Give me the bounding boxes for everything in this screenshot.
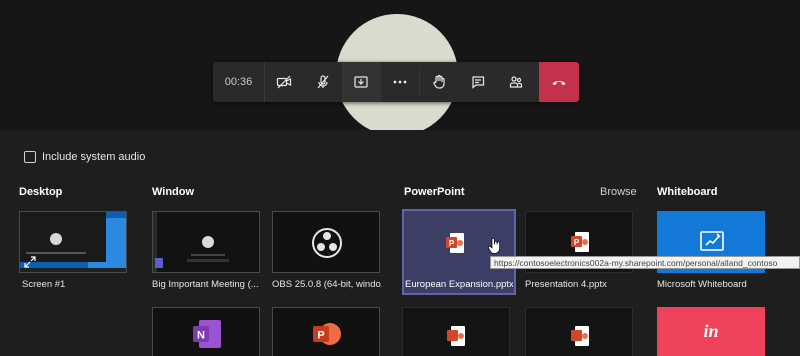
hand-icon — [433, 74, 445, 89]
section-whiteboard: Whiteboard — [657, 186, 718, 198]
window-tile-meeting[interactable] — [152, 211, 260, 273]
section-window: Window — [152, 186, 195, 198]
include-audio-label: Include system audio — [42, 151, 146, 163]
svg-text:P: P — [574, 238, 580, 247]
expand-icon — [24, 256, 36, 268]
include-audio-row[interactable]: Include system audio — [24, 151, 145, 163]
powerpoint-tile-label-presentation: Presentation 4.pptx — [525, 279, 607, 290]
window-tile-obs[interactable] — [272, 211, 380, 273]
share-tray-button[interactable] — [342, 62, 381, 102]
powerpoint-file-icon: P — [446, 233, 464, 253]
share-tray-icon — [354, 76, 368, 88]
powerpoint-file-icon — [571, 326, 589, 346]
meeting-toolbar: 00:36 — [213, 62, 579, 102]
whiteboard-tile-label: Microsoft Whiteboard — [657, 279, 747, 290]
camera-toggle-button[interactable] — [265, 62, 304, 102]
desktop-tile-label: Screen #1 — [22, 279, 66, 290]
chat-icon — [472, 76, 484, 89]
svg-text:P: P — [449, 239, 455, 248]
invision-icon: in — [703, 321, 718, 341]
powerpoint-tile-label-european: European Expansion.pptx — [405, 279, 513, 290]
window-tile-powerpoint-app[interactable]: P — [272, 307, 380, 356]
browse-button[interactable]: Browse — [600, 186, 637, 198]
hang-up-button[interactable] — [539, 62, 579, 102]
window-tile-label-meeting: Big Important Meeting (... — [152, 279, 259, 290]
powerpoint-file-icon — [447, 326, 465, 346]
hand-cursor-icon — [488, 238, 500, 254]
participants-icon — [510, 76, 523, 88]
obs-icon — [312, 228, 342, 258]
svg-text:in: in — [703, 321, 718, 341]
desktop-thumbnail — [20, 212, 126, 272]
file-url-tooltip: https://contosoelectronics002a-my.sharep… — [490, 256, 800, 269]
mic-toggle-button[interactable] — [304, 62, 343, 102]
raise-hand-button[interactable] — [420, 62, 459, 102]
desktop-tile-screen-1[interactable] — [19, 211, 127, 273]
participants-button[interactable] — [497, 62, 536, 102]
svg-text:P: P — [317, 330, 324, 342]
section-desktop: Desktop — [19, 186, 63, 198]
meeting-window-thumbnail — [153, 212, 259, 272]
call-timer: 00:36 — [213, 62, 265, 102]
mic-off-icon — [317, 75, 329, 89]
svg-text:N: N — [197, 330, 205, 342]
onenote-icon: N — [193, 320, 221, 348]
more-actions-button[interactable] — [381, 62, 420, 102]
more-icon — [393, 80, 407, 84]
chat-button[interactable] — [459, 62, 498, 102]
window-tile-onenote[interactable]: N — [152, 307, 260, 356]
include-audio-checkbox[interactable] — [24, 151, 36, 163]
section-powerpoint: PowerPoint — [404, 186, 465, 198]
hang-up-icon — [552, 81, 566, 86]
window-tile-label-obs: OBS 25.0.8 (64-bit, windo... — [272, 279, 382, 290]
powerpoint-file-icon: P — [571, 232, 589, 252]
powerpoint-tile-row2-b[interactable] — [525, 307, 633, 356]
powerpoint-app-icon: P — [313, 323, 341, 345]
powerpoint-tile-row2-a[interactable] — [402, 307, 510, 356]
whiteboard-icon — [700, 231, 724, 251]
camera-off-icon — [277, 75, 292, 89]
invision-tile[interactable]: in — [657, 307, 765, 356]
